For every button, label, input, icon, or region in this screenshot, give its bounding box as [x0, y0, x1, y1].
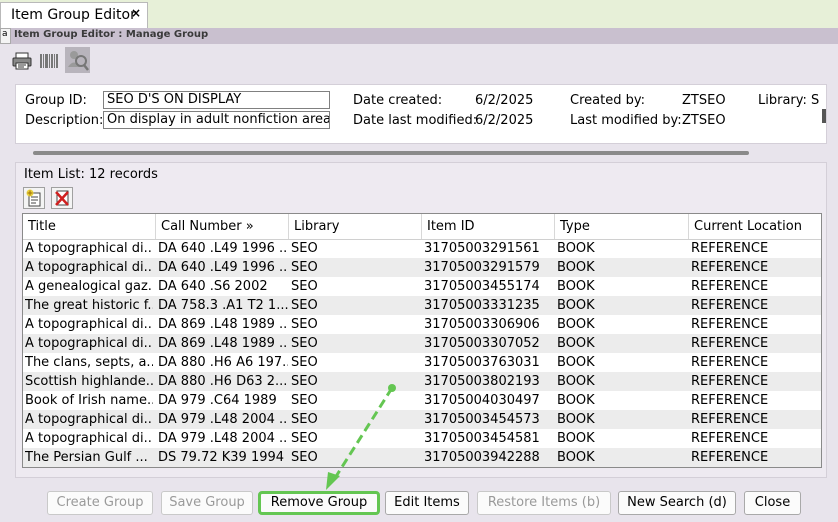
annotation-arrow — [326, 384, 396, 490]
